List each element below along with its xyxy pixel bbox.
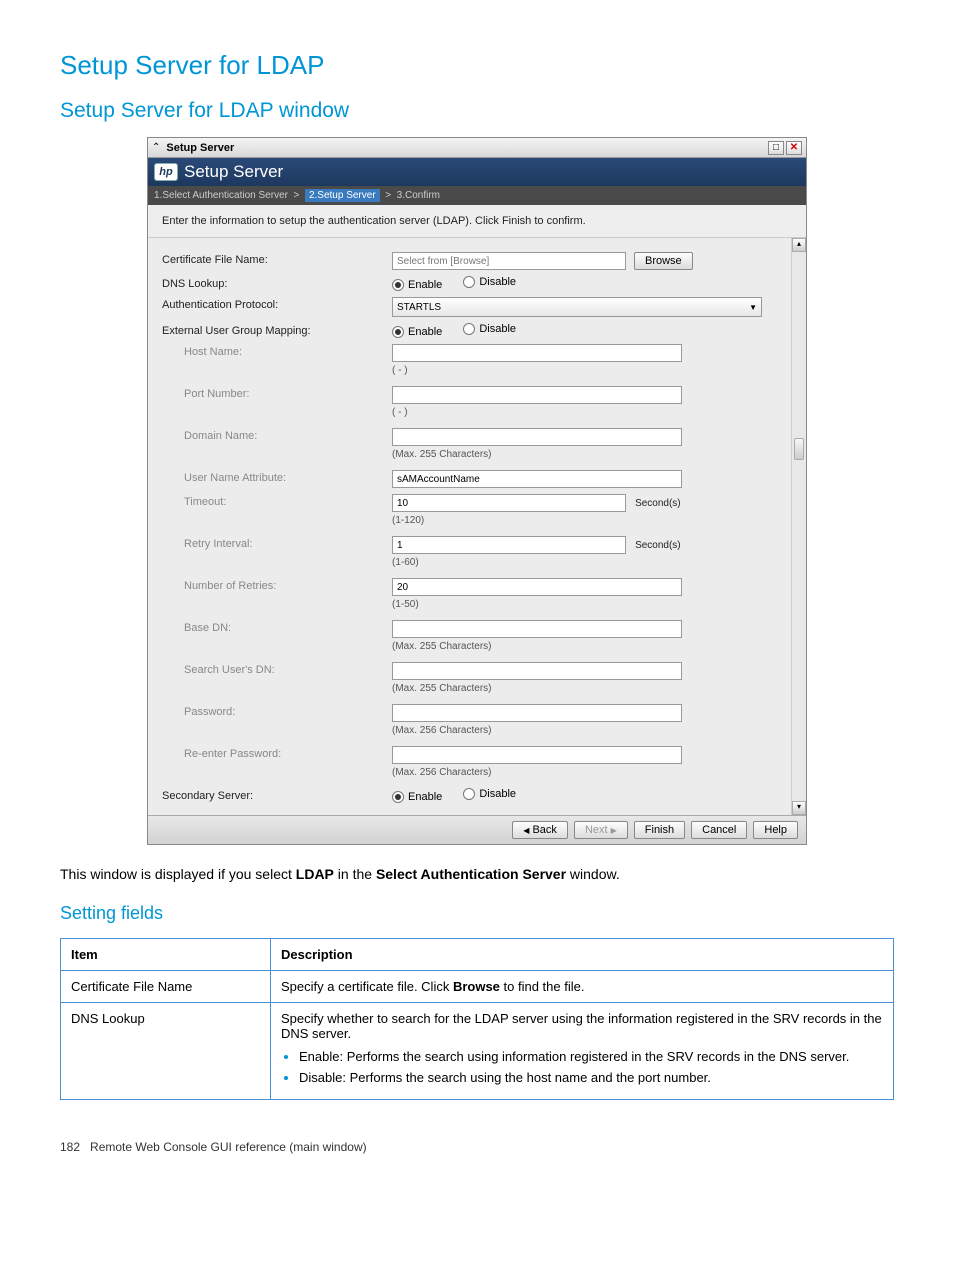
ext-label: External User Group Mapping:: [162, 323, 392, 337]
repassword-hint: (Max. 256 Characters): [392, 767, 784, 778]
breadcrumb-step-2: 2.Setup Server: [305, 189, 380, 202]
basedn-input[interactable]: [392, 620, 682, 638]
password-input[interactable]: [392, 704, 682, 722]
host-hint: ( - ): [392, 365, 784, 376]
retry-hint: (1-60): [392, 557, 784, 568]
back-button[interactable]: ◀ Back: [512, 821, 568, 839]
port-input[interactable]: [392, 386, 682, 404]
dns-disable-radio[interactable]: Disable: [463, 276, 516, 288]
timeout-hint: (1-120): [392, 515, 784, 526]
dns-enable-radio[interactable]: Enable: [392, 279, 442, 291]
button-bar: ◀ Back Next ▶ Finish Cancel Help: [148, 815, 806, 844]
searchdn-label: Search User's DN:: [162, 662, 392, 676]
cert-label: Certificate File Name:: [162, 252, 392, 266]
numretries-label: Number of Retries:: [162, 578, 392, 592]
page-footer: 182 Remote Web Console GUI reference (ma…: [60, 1140, 894, 1154]
port-hint: ( - ): [392, 407, 784, 418]
secondary-label: Secondary Server:: [162, 788, 392, 802]
wizard-breadcrumb: 1.Select Authentication Server > 2.Setup…: [148, 186, 806, 205]
intro-text: This window is displayed if you select L…: [60, 865, 894, 885]
scroll-down-icon[interactable]: ▾: [792, 801, 806, 815]
basedn-hint: (Max. 255 Characters): [392, 641, 784, 652]
timeout-input[interactable]: [392, 494, 626, 512]
secondary-enable-radio[interactable]: Enable: [392, 791, 442, 803]
form-area: ▴ ▾ Certificate File Name: Browse DNS Lo…: [148, 237, 806, 815]
page-title: Setup Server for LDAP: [60, 50, 894, 81]
window-title: Setup Server: [166, 142, 234, 154]
domain-input[interactable]: [392, 428, 682, 446]
setting-fields-title: Setting fields: [60, 903, 894, 924]
help-button[interactable]: Help: [753, 821, 798, 839]
secondary-disable-radio[interactable]: Disable: [463, 788, 516, 800]
password-label: Password:: [162, 704, 392, 718]
instruction-text: Enter the information to setup the authe…: [148, 205, 806, 237]
auth-label: Authentication Protocol:: [162, 297, 392, 311]
finish-button[interactable]: Finish: [634, 821, 685, 839]
numretries-input[interactable]: [392, 578, 682, 596]
dns-label: DNS Lookup:: [162, 276, 392, 290]
collapse-icon[interactable]: ⌃: [152, 142, 160, 153]
th-desc: Description: [271, 938, 894, 970]
banner: hp Setup Server: [148, 158, 806, 186]
password-hint: (Max. 256 Characters): [392, 725, 784, 736]
host-label: Host Name:: [162, 344, 392, 358]
ext-disable-radio[interactable]: Disable: [463, 323, 516, 335]
basedn-label: Base DN:: [162, 620, 392, 634]
userattr-input[interactable]: [392, 470, 682, 488]
searchdn-input[interactable]: [392, 662, 682, 680]
banner-title: Setup Server: [184, 162, 283, 182]
table-row: Certificate File Name Specify a certific…: [61, 970, 894, 1002]
maximize-icon[interactable]: □: [768, 141, 784, 155]
domain-hint: (Max. 255 Characters): [392, 449, 784, 460]
breadcrumb-step-1: 1.Select Authentication Server: [154, 190, 288, 201]
retry-unit: Second(s): [635, 540, 681, 551]
th-item: Item: [61, 938, 271, 970]
domain-label: Domain Name:: [162, 428, 392, 442]
auth-protocol-select[interactable]: STARTLS ▼: [392, 297, 762, 317]
retry-label: Retry Interval:: [162, 536, 392, 550]
scroll-up-icon[interactable]: ▴: [792, 238, 806, 252]
breadcrumb-step-3: 3.Confirm: [397, 190, 440, 201]
timeout-unit: Second(s): [635, 498, 681, 509]
repassword-label: Re-enter Password:: [162, 746, 392, 760]
next-button[interactable]: Next ▶: [574, 821, 628, 839]
fields-table: Item Description Certificate File Name S…: [60, 938, 894, 1100]
scrollbar[interactable]: ▴ ▾: [791, 238, 806, 815]
port-label: Port Number:: [162, 386, 392, 400]
setup-server-window: ⌃ Setup Server □ ✕ hp Setup Server 1.Sel…: [147, 137, 807, 845]
chevron-down-icon: ▼: [749, 303, 757, 312]
retry-input[interactable]: [392, 536, 626, 554]
scroll-thumb[interactable]: [794, 438, 804, 460]
browse-button[interactable]: Browse: [634, 252, 693, 270]
table-row: DNS Lookup Specify whether to search for…: [61, 1002, 894, 1099]
cancel-button[interactable]: Cancel: [691, 821, 747, 839]
window-titlebar: ⌃ Setup Server □ ✕: [148, 138, 806, 158]
timeout-label: Timeout:: [162, 494, 392, 508]
ext-enable-radio[interactable]: Enable: [392, 326, 442, 338]
numretries-hint: (1-50): [392, 599, 784, 610]
repassword-input[interactable]: [392, 746, 682, 764]
hp-logo-icon: hp: [154, 163, 178, 181]
close-icon[interactable]: ✕: [786, 141, 802, 155]
userattr-label: User Name Attribute:: [162, 470, 392, 484]
section-title: Setup Server for LDAP window: [60, 99, 894, 123]
searchdn-hint: (Max. 255 Characters): [392, 683, 784, 694]
host-input[interactable]: [392, 344, 682, 362]
cert-file-input[interactable]: [392, 252, 626, 270]
